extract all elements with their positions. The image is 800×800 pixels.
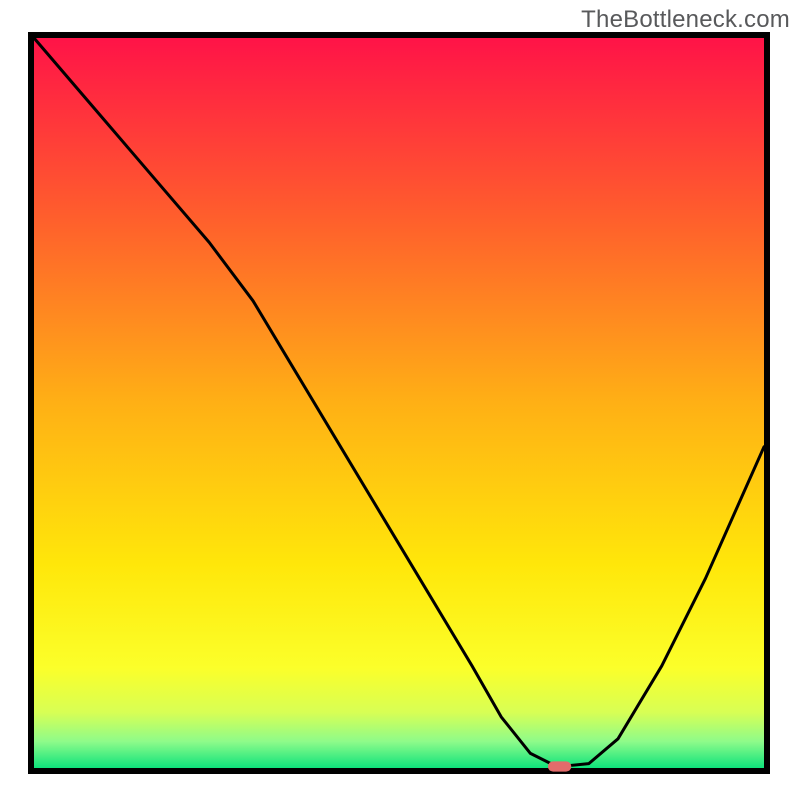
- gradient-background: [31, 35, 767, 771]
- plot-area: [28, 32, 770, 774]
- watermark-text: TheBottleneck.com: [581, 6, 790, 34]
- optimal-marker: [548, 761, 571, 771]
- chart-stage: TheBottleneck.com: [0, 0, 800, 800]
- plot-svg: [28, 32, 770, 774]
